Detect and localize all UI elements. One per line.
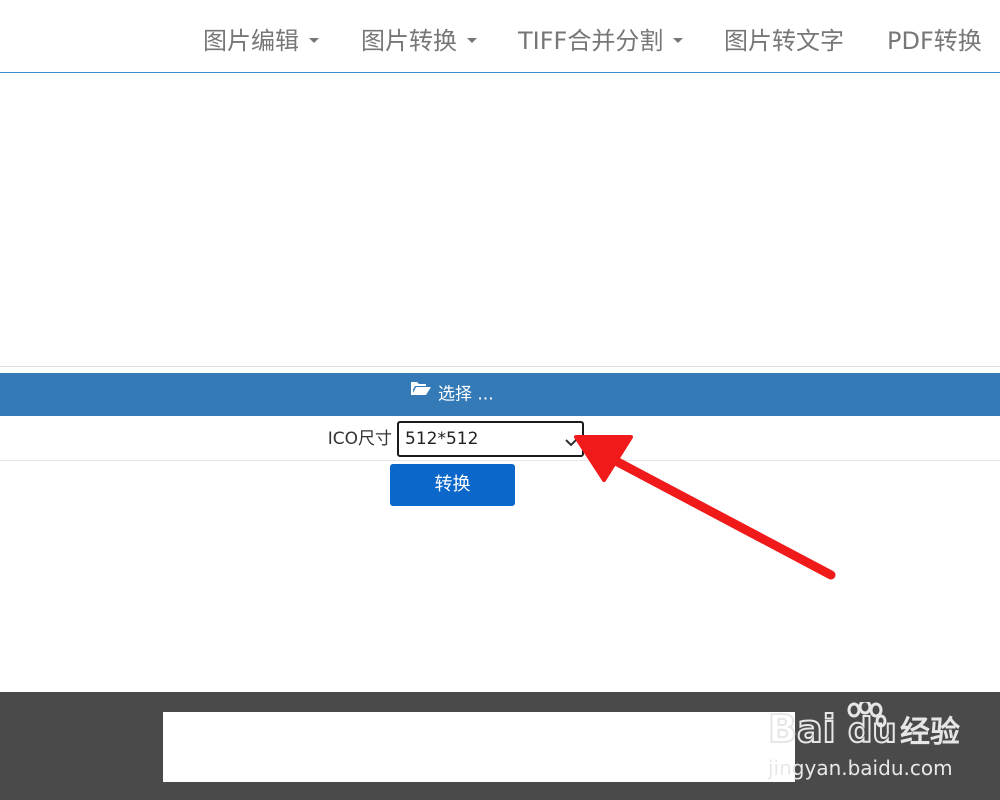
- caret-down-icon: [467, 37, 477, 43]
- nav-item-image-edit[interactable]: 图片编辑: [203, 0, 319, 72]
- chevron-down-icon: [565, 433, 577, 452]
- ico-size-value: 512*512: [405, 429, 479, 449]
- footer-panel: [163, 712, 795, 782]
- ico-size-select[interactable]: 512*512: [397, 421, 584, 457]
- nav-item-label: 图片转换: [361, 27, 457, 55]
- section-divider: [0, 366, 1000, 367]
- watermark-brand-du: du: [848, 711, 897, 751]
- nav-item-label: TIFF合并分割: [518, 27, 664, 55]
- watermark-product: 经验: [900, 715, 960, 750]
- nav-item-label: 图片转文字: [724, 27, 844, 55]
- choose-file-label: 选择 ...: [438, 384, 494, 405]
- caret-down-icon: [673, 37, 684, 43]
- nav-item-image-convert[interactable]: 图片转换: [361, 0, 477, 72]
- nav-item-label: 图片编辑: [203, 27, 299, 55]
- baidu-jingyan-watermark: Bai du 经验 jingyan.baidu.com: [768, 698, 1000, 790]
- nav-item-tiff[interactable]: TIFF合并分割: [518, 0, 684, 72]
- baidu-logo-icon: Bai du 经验: [768, 702, 960, 752]
- convert-button[interactable]: 转换: [390, 464, 515, 506]
- ico-size-label: ICO尺寸: [327, 429, 392, 449]
- top-navbar: 图片编辑 图片转换 TIFF合并分割 图片转文字 PDF转换: [0, 0, 1000, 73]
- choose-file-button[interactable]: 选择 ...: [0, 373, 1000, 416]
- caret-down-icon: [309, 37, 319, 43]
- watermark-url: jingyan.baidu.com: [768, 756, 953, 780]
- ico-size-row: ICO尺寸 512*512: [0, 416, 1000, 461]
- page: 图片编辑 图片转换 TIFF合并分割 图片转文字 PDF转换 选择 ... IC: [0, 0, 1000, 800]
- nav-item-image-to-text[interactable]: 图片转文字: [724, 0, 844, 72]
- nav-item-pdf[interactable]: PDF转换: [887, 0, 982, 72]
- footer: Bai du 经验 jingyan.baidu.com: [0, 692, 1000, 800]
- nav-item-label: PDF转换: [887, 27, 982, 55]
- watermark-brand: Bai: [768, 707, 836, 751]
- folder-open-icon: [410, 371, 432, 414]
